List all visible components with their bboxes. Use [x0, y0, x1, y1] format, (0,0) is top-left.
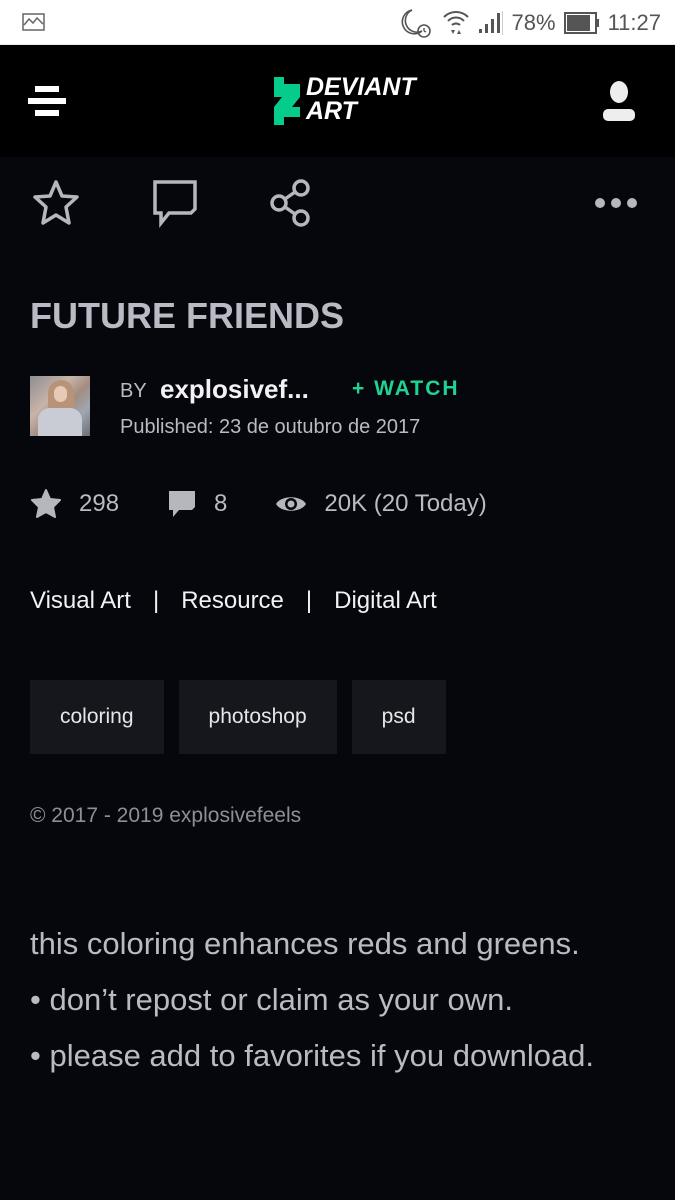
- deviantart-logo[interactable]: DEVIANT ART: [270, 75, 450, 127]
- wifi-icon: [442, 10, 469, 34]
- stats-row: 298 8 20K (20 Today): [30, 486, 487, 522]
- logo-line-2: ART: [306, 97, 357, 125]
- action-row: [0, 160, 675, 250]
- battery-icon: [563, 11, 599, 34]
- share-icon: [270, 179, 310, 227]
- star-outline-icon: [33, 180, 79, 225]
- description-line: • don’t repost or claim as your own.: [30, 982, 513, 1017]
- views-stat: 20K (20 Today): [275, 490, 487, 518]
- category-link[interactable]: Digital Art: [334, 587, 437, 615]
- status-bar: 78% 11:27: [0, 0, 675, 45]
- published-date: Published: 23 de outubro de 2017: [120, 416, 421, 438]
- category-link[interactable]: Resource: [181, 587, 284, 615]
- views-count: 20K (20 Today): [324, 490, 487, 517]
- author-avatar[interactable]: [30, 376, 90, 436]
- description-line: • please add to favorites if you downloa…: [30, 1038, 595, 1073]
- gallery-icon: [22, 13, 45, 31]
- category-separator: |: [152, 587, 160, 614]
- deviation-description: this coloring enhances reds and greens. …: [30, 916, 650, 1084]
- user-icon[interactable]: [601, 81, 637, 121]
- do-not-disturb-icon: [401, 8, 431, 38]
- comments-count: 8: [214, 490, 228, 517]
- battery-percent: 78%: [511, 9, 556, 35]
- clock: 11:27: [607, 9, 661, 35]
- comment-button[interactable]: [148, 178, 200, 228]
- favorites-count: 298: [79, 490, 120, 517]
- author-name-link[interactable]: explosivef...: [160, 374, 309, 405]
- comments-stat: 8: [167, 489, 227, 519]
- description-line: this coloring enhances reds and greens.: [30, 926, 580, 961]
- favorites-stat: 298: [30, 489, 119, 519]
- copyright-notice: © 2017 - 2019 explosivefeels: [30, 804, 302, 827]
- watch-button[interactable]: + WATCH: [352, 377, 460, 401]
- tag-chip[interactable]: psd: [351, 680, 446, 754]
- comment-icon: [153, 180, 197, 228]
- logo-line-1: DEVIANT: [306, 73, 416, 101]
- by-label: BY: [120, 380, 147, 402]
- more-horizontal-icon: [595, 198, 637, 208]
- favorite-button[interactable]: [30, 178, 82, 228]
- more-options-button[interactable]: [590, 178, 642, 228]
- eye-icon: [276, 497, 307, 511]
- logo-wordmark: DEVIANT ART: [306, 73, 416, 125]
- category-breadcrumb: Visual Art | Resource | Digital Art: [30, 587, 437, 615]
- top-navigation-bar: DEVIANT ART: [0, 45, 675, 157]
- category-link[interactable]: Visual Art: [30, 587, 131, 615]
- tag-list: coloring photoshop psd: [30, 680, 446, 754]
- star-filled-icon: [31, 489, 61, 518]
- signal-icon: [478, 10, 503, 35]
- deviantart-logo-mark-icon: [274, 77, 300, 125]
- tag-chip[interactable]: coloring: [30, 680, 164, 754]
- category-separator: |: [305, 587, 313, 614]
- tag-chip[interactable]: photoshop: [178, 680, 337, 754]
- hamburger-icon[interactable]: [28, 83, 68, 119]
- deviation-title: FUTURE FRIENDS: [30, 295, 344, 336]
- share-button[interactable]: [265, 178, 317, 228]
- comment-filled-icon: [169, 491, 196, 517]
